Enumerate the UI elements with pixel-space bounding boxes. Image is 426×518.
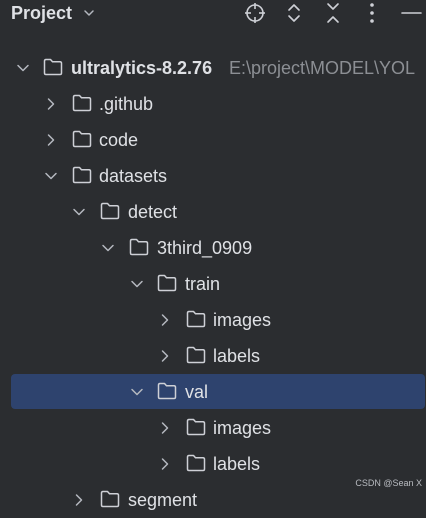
folder-icon [100,202,120,220]
tree-item-label: images [213,310,272,330]
folder-icon [157,274,177,292]
chevron-right-icon[interactable] [158,313,172,327]
chevron-right-icon[interactable] [44,97,58,111]
tree-item-label: labels [213,454,261,474]
folder-icon [72,166,92,184]
tree-row[interactable]: labels [0,338,426,374]
crosshair-icon[interactable] [242,0,268,26]
panel-title[interactable]: Project [11,2,72,24]
chevron-down-icon[interactable] [44,169,58,183]
tree-row[interactable]: 3third_0909 [0,230,426,266]
folder-icon [186,418,206,436]
tree-item-label: datasets [99,166,168,186]
tree-item-label: 3third_0909 [157,238,253,258]
chevron-right-icon[interactable] [158,421,172,435]
more-vertical-icon[interactable] [359,0,385,26]
chevron-down-icon[interactable] [72,205,86,219]
tree-item-label: labels [213,346,261,366]
root-project-path: E:\project\MODEL\YOL [229,58,416,78]
chevron-down-icon[interactable] [130,277,144,291]
tree-row[interactable]: labels [0,446,426,482]
tree-row[interactable]: detect [0,194,426,230]
folder-icon [100,490,120,508]
watermark: CSDN @Sean X [355,478,422,488]
tree-item-label: detect [128,202,178,222]
folder-icon [186,310,206,328]
selection-highlight [11,374,425,409]
folder-icon [157,382,177,400]
chevron-right-icon[interactable] [158,349,172,363]
tree-item-label: train [185,274,221,294]
tree-item-label: code [99,130,139,150]
tree-row-selected[interactable]: val [0,374,426,410]
tree-row-root[interactable]: ultralytics-8.2.76 E:\project\MODEL\YOL [0,50,426,86]
project-panel-header: Project [0,0,426,28]
chevron-right-icon[interactable] [158,457,172,471]
chevron-down-icon[interactable] [82,6,96,20]
tree-item-label: val [185,382,209,402]
chevron-right-icon[interactable] [44,133,58,147]
folder-icon [129,238,149,256]
chevron-right-icon[interactable] [72,493,86,507]
folder-icon [43,58,63,76]
collapse-all-icon[interactable] [320,0,346,26]
chevron-down-icon[interactable] [130,385,144,399]
folder-icon [72,94,92,112]
tree-item-label: segment [128,490,198,510]
folder-icon [186,454,206,472]
tree-item-label: images [213,418,272,438]
chevron-down-icon[interactable] [16,61,30,75]
tree-row[interactable]: images [0,410,426,446]
folder-icon [72,130,92,148]
folder-icon [186,346,206,364]
expand-all-icon[interactable] [281,0,307,26]
chevron-down-icon[interactable] [101,241,115,255]
tree-row[interactable]: images [0,302,426,338]
tree-row[interactable]: code [0,122,426,158]
root-project-name: ultralytics-8.2.76 [71,58,213,78]
tree-item-label: .github [99,94,154,114]
tree-row[interactable]: .github [0,86,426,122]
tree-row[interactable]: train [0,266,426,302]
tree-row[interactable]: datasets [0,158,426,194]
minimize-icon[interactable] [398,0,424,26]
